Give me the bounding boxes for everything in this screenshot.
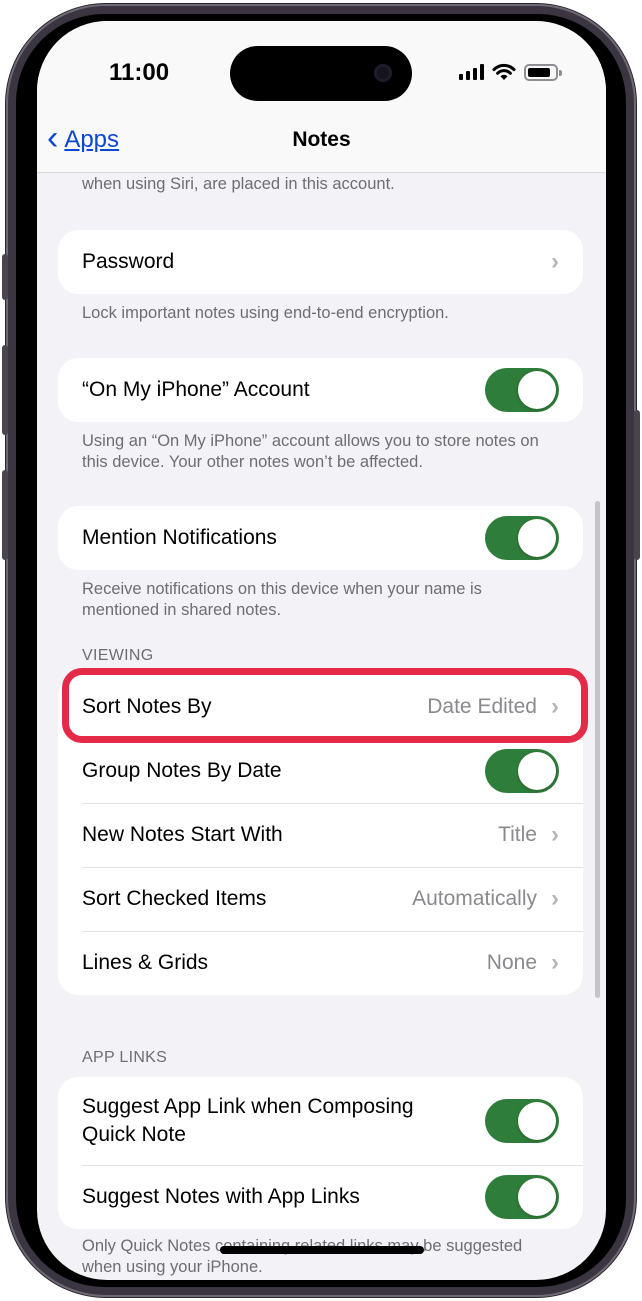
action-button	[2, 254, 8, 300]
suggest-app-link-label: Suggest App Link when Composing Quick No…	[82, 1095, 414, 1146]
chevron-right-icon: ›	[551, 693, 559, 720]
app-links-card: Suggest App Link when Composing Quick No…	[58, 1077, 583, 1229]
navigation-bar: 11:00 Notes ‹ Apps	[37, 21, 606, 173]
lines-grids-value: None	[486, 951, 537, 974]
password-row[interactable]: Password ›	[58, 230, 583, 294]
viewing-card: Sort Notes By Date Edited › Group Notes …	[58, 675, 583, 995]
camera-icon	[374, 64, 392, 82]
password-label: Password	[82, 250, 175, 273]
chevron-left-icon: ‹	[47, 119, 59, 157]
toggle-knob	[518, 519, 556, 557]
wifi-icon	[492, 63, 516, 80]
toggle-knob	[518, 752, 556, 790]
toggle-knob	[518, 1178, 556, 1216]
account-footnote: when using Siri, are placed in this acco…	[82, 175, 395, 193]
settings-list[interactable]: when using Siri, are placed in this acco…	[37, 21, 606, 1280]
suggest-notes-app-links-label: Suggest Notes with App Links	[82, 1185, 360, 1208]
sort-notes-by-label: Sort Notes By	[82, 695, 212, 718]
on-my-iphone-toggle[interactable]	[485, 368, 559, 412]
suggest-notes-app-links-row: Suggest Notes with App Links	[58, 1165, 583, 1229]
new-notes-start-with-value: Title	[498, 823, 537, 846]
cellular-signal-icon	[459, 64, 484, 80]
suggest-app-link-row: Suggest App Link when Composing Quick No…	[58, 1077, 583, 1165]
mention-notifications-label: Mention Notifications	[82, 526, 277, 549]
sort-checked-items-label: Sort Checked Items	[82, 887, 267, 910]
chevron-right-icon: ›	[551, 885, 559, 912]
back-button[interactable]: ‹ Apps	[47, 121, 120, 155]
mentions-footnote: Receive notifications on this device whe…	[82, 580, 482, 619]
status-time: 11:00	[109, 59, 170, 86]
power-button	[634, 410, 640, 560]
app-links-footnote: Only Quick Notes containing related link…	[82, 1237, 523, 1276]
back-button-label: Apps	[64, 126, 120, 153]
on-my-iphone-footnote: Using an “On My iPhone” account allows y…	[82, 432, 539, 471]
password-card: Password ›	[58, 230, 583, 294]
mention-notifications-row: Mention Notifications	[58, 506, 583, 570]
mention-notifications-toggle[interactable]	[485, 516, 559, 560]
volume-up-button	[2, 345, 8, 435]
suggest-notes-app-links-toggle[interactable]	[485, 1175, 559, 1219]
chevron-right-icon: ›	[551, 949, 559, 976]
status-icons	[459, 63, 562, 81]
mentions-card: Mention Notifications	[58, 506, 583, 570]
group-notes-by-date-label: Group Notes By Date	[82, 759, 282, 782]
sort-checked-items-row[interactable]: Sort Checked Items Automatically ›	[58, 867, 583, 931]
app-links-section-header: APP LINKS	[82, 1049, 168, 1066]
password-footnote: Lock important notes using end-to-end en…	[82, 304, 449, 322]
new-notes-start-with-label: New Notes Start With	[82, 823, 283, 846]
scrollbar[interactable]	[595, 501, 600, 998]
lines-grids-row[interactable]: Lines & Grids None ›	[58, 931, 583, 995]
chevron-right-icon: ›	[551, 248, 559, 275]
page-title: Notes	[292, 128, 351, 151]
sort-checked-items-value: Automatically	[412, 887, 537, 910]
toggle-knob	[518, 371, 556, 409]
toggle-knob	[518, 1102, 556, 1140]
screen: when using Siri, are placed in this acco…	[37, 21, 606, 1280]
group-notes-by-date-toggle[interactable]	[485, 749, 559, 793]
on-my-iphone-card: “On My iPhone” Account	[58, 358, 583, 422]
home-indicator[interactable]	[220, 1246, 424, 1254]
sort-notes-by-row[interactable]: Sort Notes By Date Edited ›	[58, 675, 583, 739]
volume-down-button	[2, 470, 8, 560]
on-my-iphone-label: “On My iPhone” Account	[82, 378, 310, 401]
viewing-section-header: VIEWING	[82, 647, 154, 664]
battery-icon	[524, 63, 562, 81]
chevron-right-icon: ›	[551, 821, 559, 848]
on-my-iphone-row: “On My iPhone” Account	[58, 358, 583, 422]
dynamic-island	[230, 46, 412, 101]
lines-grids-label: Lines & Grids	[82, 951, 209, 974]
sort-notes-by-value: Date Edited	[427, 695, 537, 718]
new-notes-start-with-row[interactable]: New Notes Start With Title ›	[58, 803, 583, 867]
suggest-app-link-toggle[interactable]	[485, 1099, 559, 1143]
group-notes-by-date-row: Group Notes By Date	[58, 739, 583, 803]
